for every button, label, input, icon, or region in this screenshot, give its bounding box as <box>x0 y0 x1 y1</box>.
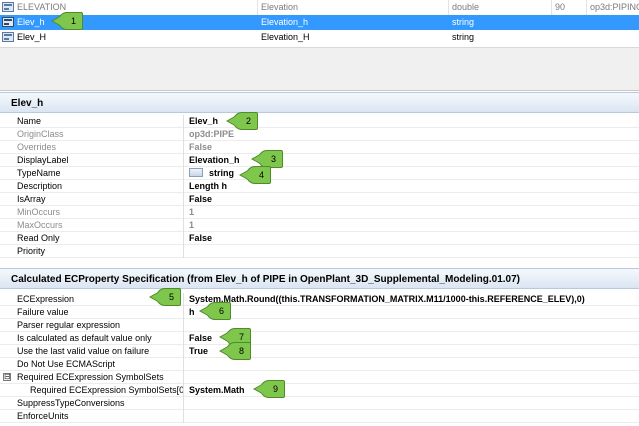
callout-badge-6: 6 <box>198 302 232 320</box>
prop-row-readonly[interactable]: Read Only False <box>0 232 639 245</box>
prop-value[interactable]: False <box>189 193 212 206</box>
property-row-icon <box>2 2 14 12</box>
grid-cell-display: Elevation_h <box>261 17 309 27</box>
prop-row-name[interactable]: Name Elev_h <box>0 115 639 128</box>
prop-row-priority[interactable]: Priority <box>0 245 639 258</box>
prop-label: DisplayLabel <box>17 154 184 167</box>
prop-label: SuppressTypeConversions <box>17 397 184 410</box>
prop-value: op3d:PIPE <box>189 129 235 139</box>
prop-label: IsArray <box>17 193 184 206</box>
prop-value[interactable]: Elev_h <box>189 115 218 128</box>
callout-badge-5: 5 <box>148 288 182 306</box>
prop-value-typename[interactable]: string <box>189 167 234 180</box>
grid-cell-type: string <box>452 32 475 42</box>
collapse-icon[interactable]: ⊟ <box>3 373 11 381</box>
prop-value: 1 <box>189 220 195 230</box>
splitter-panel <box>0 47 639 91</box>
callout-badge-4: 4 <box>238 166 272 184</box>
prop-value[interactable]: Length h <box>189 180 227 193</box>
prop-value[interactable]: Elevation_h <box>189 154 240 167</box>
prop-label: Read Only <box>17 232 184 245</box>
callout-badge-2: 2 <box>225 112 259 130</box>
prop-label: TypeName <box>17 167 184 180</box>
calc-row-suppress-type[interactable]: SuppressTypeConversions <box>0 397 639 410</box>
prop-value[interactable]: False <box>189 332 212 345</box>
prop-label: Description <box>17 180 184 193</box>
property-row-icon <box>2 17 14 27</box>
calc-row-last-valid[interactable]: Use the last valid value on failure True <box>0 345 639 358</box>
prop-value: string <box>209 168 235 178</box>
prop-label: MinOccurs <box>17 206 184 219</box>
grid-cell-name: ELEVATION <box>14 0 258 15</box>
grid-cell-c4: 90 <box>552 0 587 15</box>
prop-row-typename[interactable]: TypeName string <box>0 167 639 180</box>
calc-row-enforce-units[interactable]: EnforceUnits <box>0 410 639 423</box>
prop-row-isarray[interactable]: IsArray False <box>0 193 639 206</box>
section-header-calculated[interactable]: Calculated ECProperty Specification (fro… <box>0 268 639 289</box>
prop-label: Required ECExpression SymbolSets[0] <box>30 384 184 397</box>
grid-row-elev-H[interactable]: Elev_H Elevation_H string <box>0 30 639 45</box>
prop-row-maxoccurs: MaxOccurs 1 <box>0 219 639 232</box>
callout-badge-1: 1 <box>50 12 84 30</box>
prop-label: Failure value <box>17 306 184 319</box>
property-row-icon <box>2 32 14 42</box>
grid-cell-type: string <box>452 17 475 27</box>
prop-value: False <box>189 142 213 152</box>
grid-cell-c5: op3d:PIPING <box>590 2 639 12</box>
prop-value[interactable]: False <box>189 232 212 245</box>
prop-row-originclass: OriginClass op3d:PIPE <box>0 128 639 141</box>
section-header-property[interactable]: Elev_h <box>0 92 639 113</box>
prop-row-description[interactable]: Description Length h <box>0 180 639 193</box>
prop-label: MaxOccurs <box>17 219 184 232</box>
prop-label: Name <box>17 115 184 128</box>
prop-label: Is calculated as default value only <box>17 332 184 345</box>
prop-label: Parser regular expression <box>17 319 184 332</box>
calc-row-default-only[interactable]: Is calculated as default value only Fals… <box>0 332 639 345</box>
calc-row-parser-regex[interactable]: Parser regular expression <box>0 319 639 332</box>
grid-row-elev-h-selected[interactable]: Elev_h Elevation_h string <box>0 15 639 30</box>
callout-badge-8: 8 <box>218 342 252 360</box>
prop-row-overrides: Overrides False <box>0 141 639 154</box>
prop-row-displaylabel[interactable]: DisplayLabel Elevation_h <box>0 154 639 167</box>
calc-row-failure-value[interactable]: Failure value h <box>0 306 639 319</box>
grid-cell-type: double <box>449 0 552 15</box>
prop-label: Use the last valid value on failure <box>17 345 184 358</box>
calc-row-symbolsets[interactable]: ⊟ Required ECExpression SymbolSets <box>0 371 639 384</box>
grid-cell-display: Elevation <box>258 0 449 15</box>
prop-label: Priority <box>17 245 184 258</box>
prop-label: EnforceUnits <box>17 410 184 423</box>
prop-value[interactable]: True <box>189 345 208 358</box>
grid-cell-name: Elev_H <box>17 32 47 42</box>
calc-row-no-ecmascript[interactable]: Do Not Use ECMAScript <box>0 358 639 371</box>
prop-value: 1 <box>189 207 195 217</box>
callout-badge-9: 9 <box>252 380 286 398</box>
prop-label: OriginClass <box>17 128 184 141</box>
prop-value[interactable]: h <box>189 306 195 319</box>
type-icon <box>189 168 203 177</box>
grid-row-elevation[interactable]: ELEVATION Elevation double 90 op3d:PIPIN… <box>0 0 639 15</box>
prop-label: Required ECExpression SymbolSets <box>17 371 184 384</box>
prop-row-minoccurs: MinOccurs 1 <box>0 206 639 219</box>
grid-cell-display: Elevation_H <box>261 32 310 42</box>
calc-row-ecexpression[interactable]: ECExpression System.Math.Round((this.TRA… <box>0 293 639 306</box>
prop-label: Overrides <box>17 141 184 154</box>
prop-value[interactable]: System.Math <box>189 384 245 397</box>
prop-label: Do Not Use ECMAScript <box>17 358 184 371</box>
calc-row-symbolsets-0[interactable]: Required ECExpression SymbolSets[0] Syst… <box>0 384 639 397</box>
prop-value[interactable]: System.Math.Round((this.TRANSFORMATION_M… <box>189 293 585 306</box>
